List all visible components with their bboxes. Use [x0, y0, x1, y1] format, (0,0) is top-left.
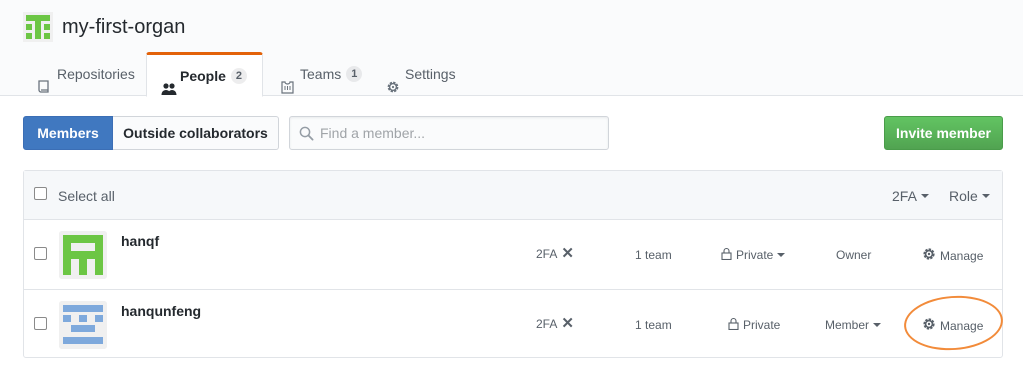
visibility-label: Private [743, 318, 781, 332]
tab-teams[interactable]: Teams 1 [281, 52, 363, 96]
table-row: hanqf 2FA ✕ 1 team Private Owner Manage [24, 220, 1002, 289]
team-count-link[interactable]: 1 team [635, 248, 672, 262]
org-header: my-first-organ Repositories People 2 Tea… [0, 0, 1023, 97]
manage-button[interactable]: Manage [922, 247, 983, 264]
tab-label: Repositories [57, 66, 135, 82]
avatar[interactable] [59, 301, 107, 349]
tab-label: Teams [300, 66, 342, 82]
twofa-status: 2FA ✕ [536, 245, 574, 262]
members-table: Select all 2FA Role hanqf 2FA ✕ 1 team P… [23, 170, 1003, 358]
member-checkbox[interactable] [34, 247, 47, 260]
member-login[interactable]: hanqf [121, 233, 159, 249]
org-name[interactable]: my-first-organ [62, 16, 185, 39]
caret-down-icon [981, 194, 990, 198]
role-label: Member [825, 318, 870, 332]
tab-settings[interactable]: Settings [386, 52, 456, 96]
team-count-link[interactable]: 1 team [635, 318, 672, 332]
tab-repositories[interactable]: Repositories [38, 52, 135, 96]
x-icon: ✕ [561, 245, 574, 262]
gear-icon [386, 67, 400, 93]
role-menu[interactable]: Member [825, 318, 882, 332]
jersey-icon [281, 67, 295, 94]
role-filter-label: Role [949, 188, 978, 204]
table-header: Select all 2FA Role [24, 171, 1002, 220]
visibility-status: Private [728, 317, 780, 333]
twofa-filter-label: 2FA [892, 188, 917, 204]
table-row: hanqunfeng 2FA ✕ 1 team Private Member M… [24, 289, 1002, 358]
tab-label: Settings [405, 66, 456, 82]
org-avatar[interactable] [23, 12, 53, 42]
search-icon [299, 126, 314, 144]
role-filter-menu[interactable]: Role [949, 188, 990, 204]
select-all-label: Select all [58, 188, 115, 204]
select-all-checkbox[interactable] [34, 187, 47, 200]
member-type-toggle: Members Outside collaborators [23, 116, 279, 150]
identicon-icon [59, 301, 107, 349]
caret-down-icon [920, 194, 929, 198]
avatar[interactable] [59, 231, 107, 279]
invite-member-button[interactable]: Invite member [884, 116, 1003, 150]
outside-collaborators-button[interactable]: Outside collaborators [113, 116, 279, 150]
identicon-icon [59, 231, 107, 279]
people-icon [161, 69, 177, 95]
lock-icon [721, 247, 732, 263]
tab-people[interactable]: People 2 [146, 52, 263, 97]
teams-count-badge: 1 [346, 66, 363, 82]
tab-label: People [180, 67, 226, 84]
caret-down-icon [777, 253, 786, 257]
lock-icon [728, 317, 739, 333]
members-button[interactable]: Members [23, 116, 113, 150]
org-tabs: Repositories People 2 Teams 1 Settings [0, 52, 1023, 97]
member-search [289, 116, 609, 150]
repo-icon [38, 67, 52, 93]
visibility-label: Private [736, 248, 774, 262]
member-login[interactable]: hanqunfeng [121, 303, 201, 319]
x-icon: ✕ [561, 315, 574, 332]
search-input[interactable] [320, 117, 600, 149]
manage-label: Manage [940, 248, 984, 263]
caret-down-icon [873, 323, 882, 327]
member-role: Owner [836, 248, 872, 262]
twofa-filter-menu[interactable]: 2FA [892, 188, 929, 204]
twofa-label: 2FA [536, 317, 558, 331]
visibility-menu[interactable]: Private [721, 247, 786, 263]
member-checkbox[interactable] [34, 317, 47, 330]
identicon-icon [23, 12, 53, 42]
people-count-badge: 2 [230, 67, 248, 84]
gear-icon [922, 247, 936, 264]
twofa-label: 2FA [536, 247, 558, 261]
twofa-status: 2FA ✕ [536, 315, 574, 332]
